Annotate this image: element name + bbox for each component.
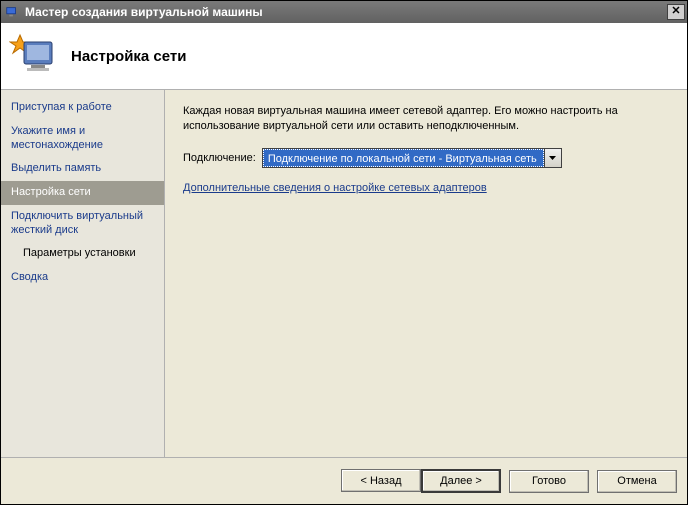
description-text: Каждая новая виртуальная машина имеет се… — [183, 104, 669, 134]
connection-select[interactable]: Подключение по локальной сети - Виртуаль… — [262, 148, 562, 168]
cancel-button[interactable]: Отмена — [597, 470, 677, 493]
step-sidebar: Приступая к работе Укажите имя и местона… — [1, 90, 165, 457]
app-icon — [5, 5, 19, 19]
step-networking[interactable]: Настройка сети — [1, 181, 164, 205]
page-title: Настройка сети — [71, 48, 186, 65]
step-vhd[interactable]: Подключить виртуальный жесткий диск — [1, 205, 164, 243]
nav-button-pair: < Назад Далее > — [341, 469, 501, 493]
content-pane: Каждая новая виртуальная машина имеет се… — [165, 90, 687, 457]
finish-button[interactable]: Готово — [509, 470, 589, 493]
next-button[interactable]: Далее > — [421, 469, 501, 493]
step-name-location[interactable]: Укажите имя и местонахождение — [1, 120, 164, 158]
step-getting-started[interactable]: Приступая к работе — [1, 96, 164, 120]
close-button[interactable]: ✕ — [667, 4, 685, 20]
step-summary[interactable]: Сводка — [1, 266, 164, 290]
wizard-header-icon — [9, 32, 57, 80]
connection-row: Подключение: Подключение по локальной се… — [183, 148, 669, 168]
step-install-options[interactable]: Параметры установки — [1, 242, 164, 266]
more-info-link[interactable]: Дополнительные сведения о настройке сете… — [183, 182, 487, 194]
wizard-body: Приступая к работе Укажите имя и местона… — [1, 90, 687, 457]
titlebar: Мастер создания виртуальной машины ✕ — [1, 1, 687, 23]
wizard-header: Настройка сети — [1, 23, 687, 90]
connection-select-value: Подключение по локальной сети - Виртуаль… — [263, 149, 544, 167]
step-memory[interactable]: Выделить память — [1, 157, 164, 181]
back-button[interactable]: < Назад — [341, 469, 421, 492]
connection-label: Подключение: — [183, 152, 256, 164]
button-bar: < Назад Далее > Готово Отмена — [1, 457, 687, 504]
chevron-down-icon[interactable] — [544, 149, 561, 167]
wizard-window: Мастер создания виртуальной машины ✕ Нас… — [0, 0, 688, 505]
window-title: Мастер создания виртуальной машины — [25, 5, 667, 19]
